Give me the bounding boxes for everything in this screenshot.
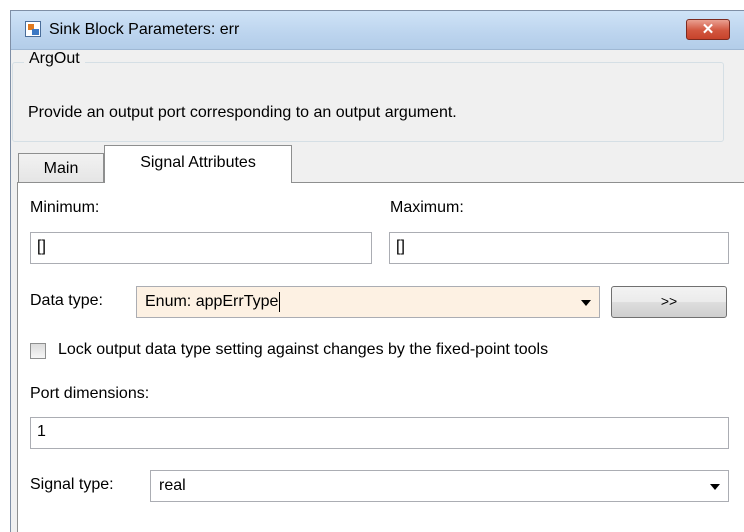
tab-signal-attributes[interactable]: Signal Attributes — [104, 145, 292, 183]
maximum-field[interactable]: [] — [389, 232, 729, 264]
port-dimensions-label: Port dimensions: — [30, 385, 150, 402]
port-dimensions-field[interactable]: 1 — [30, 417, 729, 449]
window-title: Sink Block Parameters: err — [49, 21, 240, 38]
minimum-field[interactable]: [] — [30, 232, 372, 264]
simulink-app-icon — [25, 21, 41, 37]
lock-data-type-checkbox[interactable] — [30, 343, 46, 359]
title-bar[interactable]: Sink Block Parameters: err ✕ — [11, 11, 744, 50]
data-type-label: Data type: — [30, 292, 103, 309]
tab-main[interactable]: Main — [18, 153, 104, 182]
block-description-group — [12, 62, 724, 142]
data-type-value: Enum: appErrType — [145, 293, 279, 310]
text-cursor — [279, 291, 281, 312]
signal-type-combo[interactable]: real — [150, 470, 729, 502]
block-description: Provide an output port corresponding to … — [28, 104, 457, 121]
data-type-assistant-button[interactable]: >> — [611, 286, 727, 318]
signal-type-label: Signal type: — [30, 476, 114, 493]
signal-type-value: real — [159, 477, 186, 494]
lock-data-type-label: Lock output data type setting against ch… — [58, 341, 549, 358]
close-button[interactable]: ✕ — [686, 19, 730, 40]
data-type-combo[interactable]: Enum: appErrType — [136, 286, 600, 318]
maximum-label: Maximum: — [390, 199, 464, 216]
minimum-label: Minimum: — [30, 199, 100, 216]
chevron-down-icon[interactable] — [710, 484, 720, 490]
block-type-title: ArgOut — [24, 50, 85, 68]
chevron-down-icon[interactable] — [581, 300, 591, 306]
